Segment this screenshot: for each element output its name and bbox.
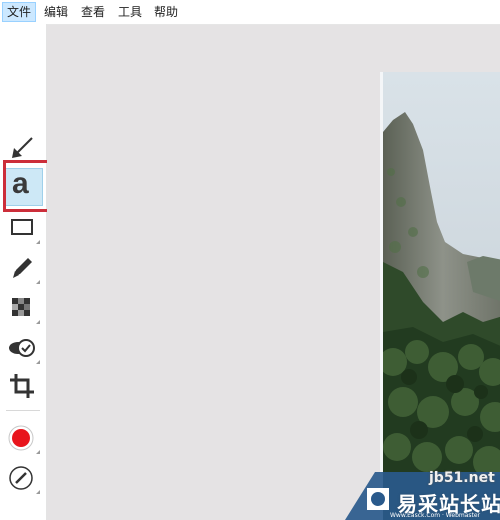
stamp-tool[interactable] (4, 332, 40, 364)
color-dot-icon (8, 425, 34, 451)
menu-view[interactable]: 查看 (77, 3, 109, 21)
crop-tool[interactable] (4, 370, 40, 402)
menu-file[interactable]: 文件 (2, 2, 37, 22)
line-width-icon (9, 466, 33, 490)
pencil-icon (13, 258, 32, 278)
rectangle-icon (11, 219, 33, 235)
menu-tools[interactable]: 工具 (114, 3, 146, 21)
menu-help[interactable]: 帮助 (150, 3, 182, 21)
line-width-picker[interactable] (4, 462, 40, 494)
tool-palette: a (0, 24, 47, 520)
submenu-indicator (36, 240, 40, 244)
menu-bar: 文件 编辑 查看 工具 帮助 (0, 0, 500, 25)
mosaic-tool[interactable] (4, 292, 40, 324)
submenu-indicator (36, 450, 40, 454)
stamp-check-icon (9, 339, 35, 357)
submenu-indicator (36, 490, 40, 494)
rectangle-tool[interactable] (4, 212, 40, 244)
site-watermark: jb51.net 易采站长站 Www.Easck.Com · Webmaster (345, 470, 500, 520)
submenu-indicator (36, 360, 40, 364)
mosaic-icon (12, 298, 30, 316)
submenu-indicator (36, 280, 40, 284)
crop-icon (10, 374, 34, 398)
pen-tool[interactable] (4, 252, 40, 284)
submenu-indicator (36, 320, 40, 324)
menu-edit[interactable]: 编辑 (40, 3, 72, 21)
watermark-url: jb51.net (429, 470, 495, 486)
canvas-image[interactable] (380, 72, 500, 520)
watermark-subtext: Www.Easck.Com · Webmaster (390, 512, 481, 519)
color-picker[interactable] (4, 422, 40, 454)
toolbar-divider (6, 410, 40, 411)
landscape-photo (383, 72, 500, 520)
